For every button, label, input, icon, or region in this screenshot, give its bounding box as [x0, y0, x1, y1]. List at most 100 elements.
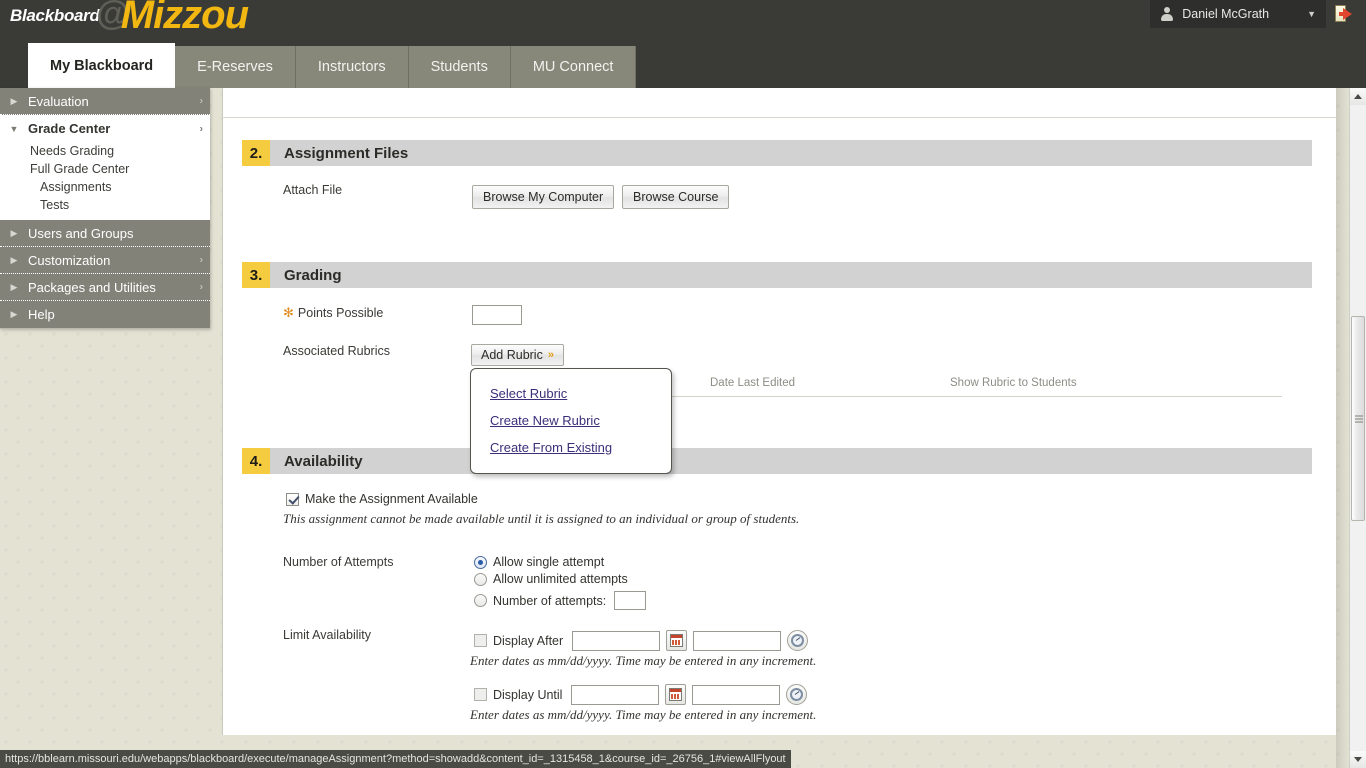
menu-item-packages-and-utilities[interactable]: ▶ Packages and Utilities › [0, 274, 210, 301]
triangle-right-icon: ▶ [10, 95, 18, 106]
logout-button[interactable] [1334, 3, 1360, 25]
chevron-right-icon: › [199, 254, 203, 266]
display-after-date-input[interactable] [572, 630, 661, 651]
tab-students[interactable]: Students [408, 46, 511, 88]
logout-arrow-icon [1339, 8, 1352, 20]
menu-item-needs-grading[interactable]: Needs Grading [0, 142, 210, 160]
triangle-right-icon: ▶ [10, 254, 18, 265]
brand-logo[interactable]: Blackboard @ Mizzou [10, 0, 249, 43]
tab-my-blackboard[interactable]: My Blackboard [28, 44, 176, 88]
menu-item-users-and-groups[interactable]: ▶ Users and Groups [0, 220, 210, 247]
triangle-right-icon: ▶ [10, 309, 18, 319]
section-header-assignment-files: 2. Assignment Files [242, 140, 1312, 166]
display-after-checkbox[interactable] [474, 634, 487, 647]
brand-blackboard-text: Blackboard [10, 6, 100, 25]
display-until-row: Display Until [474, 684, 808, 705]
add-rubric-dropdown-menu: Select Rubric Create New Rubric Create F… [470, 368, 672, 474]
chevron-right-icon: › [199, 95, 203, 107]
user-name-label: Daniel McGrath [1182, 7, 1270, 21]
attach-file-label: Attach File [283, 183, 343, 197]
triangle-up-icon [1354, 94, 1362, 99]
section-title: Assignment Files [284, 144, 409, 162]
grade-center-submenu: Needs Grading Full Grade Center Assignme… [0, 142, 210, 214]
chevron-right-icon: › [199, 123, 203, 134]
user-avatar-icon [1160, 7, 1174, 21]
user-menu[interactable]: Daniel McGrath ▼ [1150, 0, 1326, 28]
section-title: Availability [284, 452, 363, 470]
section-number: 2. [242, 140, 270, 166]
section-title: Grading [284, 266, 342, 284]
allow-single-attempt-label: Allow single attempt [493, 555, 605, 569]
triangle-right-icon: ▶ [10, 281, 18, 292]
menu-item-assignments[interactable]: Assignments [0, 178, 210, 196]
brand-mizzou-text: Mizzou [120, 0, 249, 37]
browser-status-bar: https://bblearn.missouri.edu/webapps/bla… [0, 750, 791, 768]
menu-item-full-grade-center[interactable]: Full Grade Center [0, 160, 210, 178]
make-assignment-available-checkbox[interactable] [286, 492, 299, 506]
number-of-attempts-option-label: Number of attempts: [493, 593, 607, 608]
make-assignment-available-row: Make the Assignment Available [286, 492, 478, 506]
menu-item-create-from-existing[interactable]: Create From Existing [471, 434, 671, 461]
menu-item-create-new-rubric[interactable]: Create New Rubric [471, 407, 671, 434]
page-scrollbar[interactable] [1349, 88, 1366, 768]
tab-instructors[interactable]: Instructors [295, 46, 409, 88]
triangle-right-icon: ▶ [10, 227, 18, 238]
display-until-label: Display Until [493, 687, 563, 702]
menu-item-label: Packages and Utilities [28, 279, 156, 295]
scroll-down-button[interactable] [1350, 751, 1366, 768]
section-header-availability: 4. Availability [242, 448, 1312, 474]
table-header-show-rubric-to-students: Show Rubric to Students [950, 377, 1077, 389]
menu-item-grade-center[interactable]: ▼ Grade Center › [0, 115, 210, 142]
browse-course-button[interactable]: Browse Course [622, 185, 730, 209]
calendar-icon[interactable] [665, 684, 687, 705]
scrollbar-grip-icon [1355, 415, 1363, 422]
required-field-icon: ✻ [283, 305, 294, 320]
menu-item-help[interactable]: ▶ Help [0, 301, 210, 328]
scroll-up-button[interactable] [1350, 88, 1366, 105]
display-until-checkbox[interactable] [474, 688, 487, 701]
menu-item-label: Customization [28, 252, 111, 268]
calendar-icon[interactable] [666, 630, 688, 651]
display-after-date-note: Enter dates as mm/dd/yyyy. Time may be e… [470, 653, 817, 668]
tab-e-reserves[interactable]: E-Reserves [175, 46, 296, 88]
points-possible-input[interactable] [472, 305, 522, 325]
menu-item-tests[interactable]: Tests [0, 196, 210, 214]
attempt-option-single: Allow single attempt [474, 555, 604, 569]
number-of-attempts-input[interactable] [614, 591, 647, 610]
chevron-right-icon: › [199, 281, 203, 293]
allow-unlimited-attempts-radio[interactable] [474, 572, 487, 586]
tab-mu-connect[interactable]: MU Connect [510, 46, 637, 88]
clock-icon[interactable] [786, 684, 808, 705]
global-tabs: My Blackboard E-Reserves Instructors Stu… [28, 44, 637, 88]
attempt-option-unlimited: Allow unlimited attempts [474, 572, 628, 586]
menu-item-label: Evaluation [28, 93, 89, 109]
browse-my-computer-button[interactable]: Browse My Computer [472, 185, 615, 209]
number-of-attempts-radio[interactable] [474, 594, 487, 607]
add-rubric-button[interactable]: Add Rubric » [471, 344, 564, 366]
scrollbar-thumb[interactable] [1351, 316, 1365, 521]
menu-item-label: Users and Groups [28, 225, 134, 241]
status-bar-url: https://bblearn.missouri.edu/webapps/bla… [5, 753, 786, 765]
menu-item-customization[interactable]: ▶ Customization › [0, 247, 210, 274]
display-until-date-input[interactable] [571, 684, 660, 705]
menu-item-evaluation[interactable]: ▶ Evaluation › [0, 88, 210, 115]
allow-single-attempt-radio[interactable] [474, 555, 487, 569]
attempt-option-number: Number of attempts: [474, 591, 647, 610]
display-after-row: Display After [474, 630, 809, 651]
add-rubric-label: Add Rubric [481, 348, 543, 362]
menu-item-select-rubric[interactable]: Select Rubric [471, 380, 671, 407]
section-header-grading: 3. Grading [242, 262, 1312, 288]
global-nav-bar: My Blackboard E-Reserves Instructors Stu… [0, 44, 1366, 88]
course-menu: ▶ Evaluation › ▼ Grade Center › Needs Gr… [0, 88, 210, 329]
display-after-label: Display After [493, 633, 564, 648]
associated-rubrics-label: Associated Rubrics [283, 344, 390, 358]
table-header-date-last-edited: Date Last Edited [710, 377, 796, 389]
display-after-time-input[interactable] [693, 630, 782, 651]
clock-icon[interactable] [787, 630, 809, 651]
menu-item-label: Grade Center [28, 121, 111, 136]
display-until-date-note: Enter dates as mm/dd/yyyy. Time may be e… [470, 707, 817, 722]
availability-note: This assignment cannot be made available… [283, 511, 800, 526]
display-until-time-input[interactable] [692, 684, 781, 705]
page-root: Blackboard @ Mizzou Daniel McGrath ▼ My … [0, 0, 1366, 768]
content-top-divider [222, 117, 1336, 118]
